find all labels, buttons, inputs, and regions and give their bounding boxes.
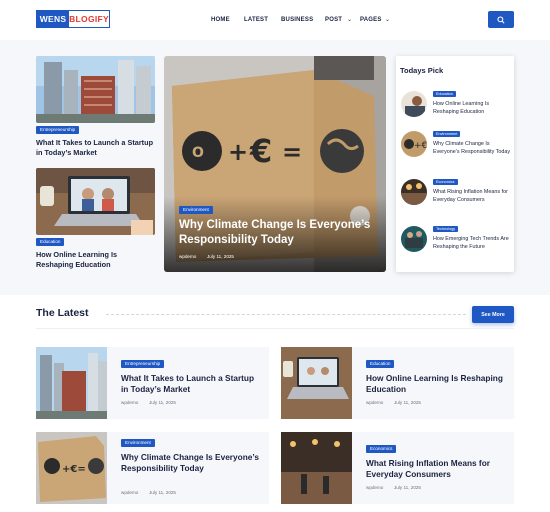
card-title[interactable]: What It Takes to Launch a Startup in Tod… [121,373,261,395]
pick-thumbnail[interactable] [401,226,427,252]
card-image[interactable] [281,347,352,419]
article-author[interactable]: wpdemo [121,400,138,405]
latest-heading: The Latest [36,307,89,319]
svg-text:€: € [249,132,272,170]
section-divider [106,314,466,315]
nav-post[interactable]: POST [325,0,342,40]
latest-card[interactable]: Education How Online Learning Is Reshapi… [281,347,514,419]
article-author[interactable]: wpdemo [121,490,138,495]
article-date: July 11, 2025 [149,400,176,405]
nav-pages[interactable]: PAGES [360,0,382,40]
startup-city-image[interactable] [36,56,155,123]
hero-article-title[interactable]: Why Climate Change Is Everyone’s Respons… [179,218,379,248]
svg-text:=: = [282,138,302,166]
article-title[interactable]: How Online Learning Is Reshaping Educati… [36,250,156,270]
article-author[interactable]: wpdemo [366,400,383,405]
pick-title[interactable]: Why Climate Change Is Everyone’s Respons… [433,141,511,156]
search-icon [497,15,505,24]
pick-title[interactable]: How Online Learning Is Reshaping Educati… [433,101,511,116]
svg-text:O: O [192,145,204,161]
search-button[interactable] [488,11,514,28]
chevron-down-icon: ⌄ [347,17,353,23]
card-image[interactable] [36,347,107,419]
latest-card[interactable]: +€= Environment Why Climate Change Is Ev… [36,432,269,504]
see-more-button[interactable]: See More [472,306,514,323]
category-tag[interactable]: Economics [433,179,458,185]
category-tag[interactable]: Environment [121,439,155,447]
category-tag[interactable]: Education [433,91,456,97]
pick-thumbnail[interactable] [401,179,427,205]
chevron-down-icon: ⌄ [385,17,391,23]
category-tag[interactable]: Environment [433,131,461,137]
card-image[interactable] [281,432,352,504]
article-date: July 11, 2025 [207,254,234,259]
category-tag[interactable]: Entrepreneurship [36,126,80,134]
logo-part-wens: WENS [37,11,70,27]
article-title[interactable]: What It Takes to Launch a Startup in Tod… [36,138,156,158]
nav-business[interactable]: BUSINESS [281,0,313,40]
pick-title[interactable]: What Rising Inflation Means for Everyday… [433,189,511,204]
latest-card[interactable]: Economics What Rising Inflation Means fo… [281,432,514,504]
category-tag[interactable]: Entrepreneurship [121,360,165,368]
article-date: July 11, 2025 [149,490,176,495]
site-logo[interactable]: WENS BLOGIFY [36,10,110,28]
svg-text:+€: +€ [414,141,427,151]
site-header: WENS BLOGIFY HOME LATEST BUSINESS POST ⌄… [0,0,550,40]
category-tag[interactable]: Environment [179,206,213,214]
category-tag[interactable]: Education [366,360,395,368]
svg-text:+: + [228,138,248,166]
online-learning-image[interactable] [36,168,155,235]
card-title[interactable]: What Rising Inflation Means for Everyday… [366,458,506,480]
pick-thumbnail[interactable] [401,91,427,117]
article-author[interactable]: wpdemo [179,254,196,259]
latest-card[interactable]: Entrepreneurship What It Takes to Launch… [36,347,269,419]
pick-title[interactable]: How Emerging Tech Trends Are Reshaping t… [433,236,511,251]
nav-home[interactable]: HOME [211,0,230,40]
category-tag[interactable]: Economics [366,445,397,453]
nav-latest[interactable]: LATEST [244,0,268,40]
svg-text:+€=: +€= [62,464,86,475]
section-divider [36,328,514,329]
card-title[interactable]: How Online Learning Is Reshaping Educati… [366,373,506,395]
todays-pick-heading: Todays Pick [400,66,444,75]
article-date: July 11, 2025 [394,485,421,490]
article-author[interactable]: wpdemo [366,485,383,490]
category-tag[interactable]: Education [36,238,65,246]
article-date: July 11, 2025 [394,400,421,405]
logo-part-blogify: BLOGIFY [69,14,109,24]
pick-thumbnail[interactable]: +€ [401,131,427,157]
card-title[interactable]: Why Climate Change Is Everyone’s Respons… [121,452,261,474]
card-image[interactable]: +€= [36,432,107,504]
category-tag[interactable]: Technology [433,226,459,232]
